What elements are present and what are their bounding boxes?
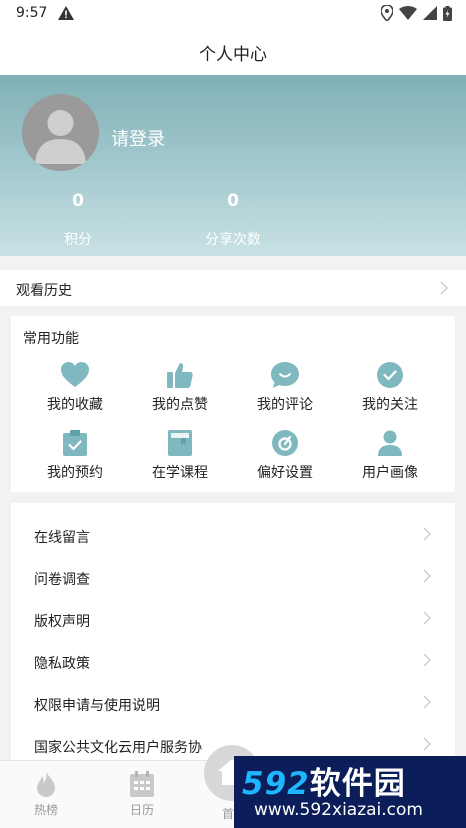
permissions-label: 权限申请与使用说明 <box>34 698 160 714</box>
book-icon <box>168 430 192 456</box>
login-prompt[interactable]: 请登录 <box>111 125 165 151</box>
share-count-value: 0 <box>227 191 239 211</box>
share-count-label: 分享次数 <box>205 232 261 248</box>
common-functions-title: 常用功能 <box>23 331 79 347</box>
permissions-item[interactable]: 权限申请与使用说明 <box>11 683 455 725</box>
chevron-right-icon <box>423 527 431 541</box>
my-likes-label: 我的点赞 <box>152 397 208 413</box>
watch-history-label: 观看历史 <box>16 283 72 299</box>
online-message-label: 在线留言 <box>34 530 90 546</box>
points-value: 0 <box>72 191 84 211</box>
common-functions-card: 常用功能 我的收藏 我的点赞 我的评论 我的关注 我的预约 在学课程 偏好设置 … <box>11 316 455 492</box>
courses-in-progress-button[interactable]: 在学课程 <box>130 430 230 482</box>
title-bar: 个人中心 <box>0 28 466 75</box>
calendar-icon <box>130 771 154 797</box>
clipboard-check-icon <box>63 430 87 456</box>
copyright-item[interactable]: 版权声明 <box>11 599 455 641</box>
heart-icon <box>61 362 89 387</box>
points-label: 积分 <box>64 232 92 248</box>
battery-icon <box>443 5 452 21</box>
page-title: 个人中心 <box>199 45 267 65</box>
chevron-right-icon <box>440 281 448 295</box>
survey-item[interactable]: 问卷调查 <box>11 557 455 599</box>
avatar[interactable] <box>22 94 99 171</box>
chevron-right-icon <box>423 653 431 667</box>
status-bar: 9:57 <box>0 0 466 28</box>
menu-list-card: 在线留言 问卷调查 版权声明 隐私政策 权限申请与使用说明 国家公共文化云用户服… <box>11 503 455 773</box>
user-agreement-label: 国家公共文化云用户服务协 <box>34 740 202 756</box>
user-icon <box>378 430 402 456</box>
my-comments-button[interactable]: 我的评论 <box>235 362 335 414</box>
my-reservations-button[interactable]: 我的预约 <box>25 430 125 482</box>
user-profile-button[interactable]: 用户画像 <box>340 430 440 482</box>
nav-hot-list-label: 热榜 <box>33 803 58 817</box>
chevron-right-icon <box>423 611 431 625</box>
watermark-url: www.592xiazai.com <box>254 800 423 820</box>
chat-bubble-icon <box>271 362 299 388</box>
preferences-label: 偏好设置 <box>257 465 313 481</box>
status-icons <box>381 5 452 21</box>
nav-calendar[interactable]: 日历 <box>112 771 172 818</box>
my-likes-button[interactable]: 我的点赞 <box>130 362 230 414</box>
profile-header: 请登录 0 积分 0 分享次数 <box>0 75 466 256</box>
privacy-policy-item[interactable]: 隐私政策 <box>11 641 455 683</box>
flame-icon <box>37 771 55 797</box>
points-stat[interactable]: 0 积分 <box>33 191 123 249</box>
location-icon <box>381 5 393 21</box>
chevron-right-icon <box>423 695 431 709</box>
privacy-policy-label: 隐私政策 <box>34 656 90 672</box>
preferences-button[interactable]: 偏好设置 <box>235 430 335 482</box>
my-follows-label: 我的关注 <box>362 397 418 413</box>
chevron-right-icon <box>423 569 431 583</box>
my-favorites-label: 我的收藏 <box>47 397 103 413</box>
chevron-right-icon <box>423 737 431 751</box>
courses-in-progress-label: 在学课程 <box>152 465 208 481</box>
default-avatar-icon <box>35 110 86 164</box>
nav-calendar-label: 日历 <box>129 803 154 817</box>
user-profile-label: 用户画像 <box>362 465 418 481</box>
share-count-stat[interactable]: 0 分享次数 <box>188 191 278 249</box>
nav-hot-list[interactable]: 热榜 <box>16 771 76 818</box>
watch-history-row[interactable]: 观看历史 <box>0 270 466 306</box>
my-favorites-button[interactable]: 我的收藏 <box>25 362 125 414</box>
my-reservations-label: 我的预约 <box>47 465 103 481</box>
warning-icon <box>58 6 74 20</box>
online-message-item[interactable]: 在线留言 <box>11 515 455 557</box>
gauge-icon <box>272 430 298 456</box>
watermark-brand: 592软件园 <box>242 766 406 802</box>
wifi-icon <box>399 6 417 20</box>
watermark-logo: 592软件园 www.592xiazai.com <box>234 756 466 828</box>
status-time: 9:57 <box>16 5 48 21</box>
my-comments-label: 我的评论 <box>257 397 313 413</box>
survey-label: 问卷调查 <box>34 572 90 588</box>
copyright-label: 版权声明 <box>34 614 90 630</box>
thumbs-up-icon <box>167 363 193 388</box>
my-follows-button[interactable]: 我的关注 <box>340 362 440 414</box>
signal-icon <box>423 6 437 20</box>
check-circle-icon <box>377 362 403 388</box>
